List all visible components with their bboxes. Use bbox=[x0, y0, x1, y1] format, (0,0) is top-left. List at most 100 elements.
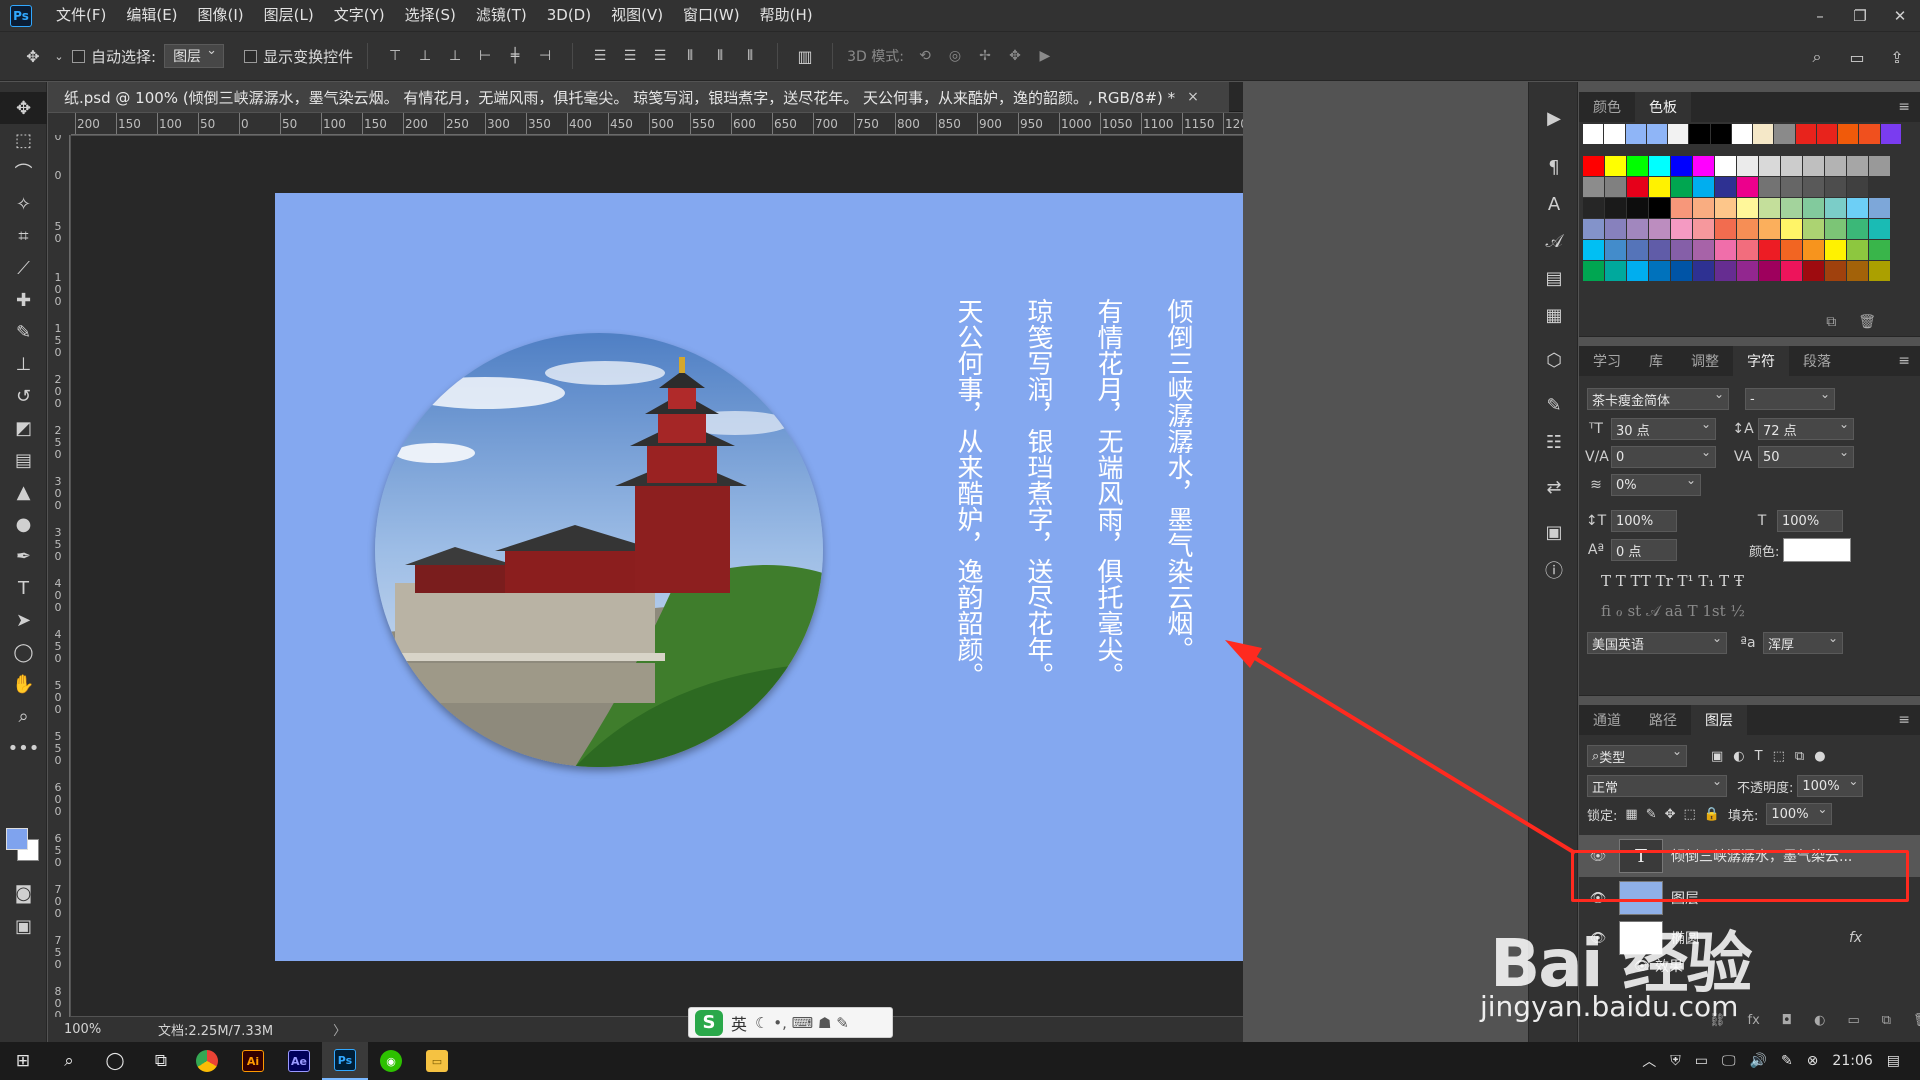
battery-icon[interactable]: ▭ bbox=[1695, 1053, 1708, 1069]
history-brush-tool-icon[interactable]: ↺ bbox=[0, 380, 47, 412]
align-right-icon[interactable]: ⊣ bbox=[532, 43, 558, 69]
illustrator-icon[interactable]: Ai bbox=[230, 1042, 276, 1080]
color-swatch[interactable] bbox=[1649, 240, 1670, 260]
quick-mask-icon[interactable]: ◙ bbox=[0, 877, 47, 909]
zoom-tool-icon[interactable]: ⌕ bbox=[0, 700, 47, 732]
color-swatch[interactable] bbox=[1737, 198, 1758, 218]
distribute-bottom-icon[interactable]: ☰ bbox=[647, 43, 673, 69]
color-swatch[interactable] bbox=[1869, 177, 1890, 197]
menu-3d[interactable]: 3D(D) bbox=[537, 0, 601, 31]
ruler-origin[interactable] bbox=[48, 113, 71, 135]
color-swatch[interactable] bbox=[1825, 177, 1846, 197]
new-layer-icon[interactable]: ⧉ bbox=[1882, 1013, 1891, 1028]
color-swatch[interactable] bbox=[1759, 261, 1780, 281]
menu-window[interactable]: 窗口(W) bbox=[673, 0, 750, 31]
color-swatch[interactable] bbox=[1671, 177, 1692, 197]
zoom-level[interactable]: 100% bbox=[48, 1022, 118, 1037]
color-swatch[interactable] bbox=[1715, 261, 1736, 281]
delete-swatch-icon[interactable]: 🗑 bbox=[1858, 314, 1876, 330]
color-swatch[interactable] bbox=[1803, 156, 1824, 176]
security-shield-icon[interactable]: ⛨ bbox=[1670, 1053, 1681, 1069]
color-swatch[interactable] bbox=[1825, 219, 1846, 239]
menu-image[interactable]: 图像(I) bbox=[188, 0, 254, 31]
new-adjustment-icon[interactable]: ◐ bbox=[1814, 1013, 1825, 1028]
blend-mode-dropdown[interactable]: 正常 bbox=[1587, 774, 1727, 797]
color-swatch[interactable] bbox=[1847, 198, 1868, 218]
tab-swatches[interactable]: 色板 bbox=[1635, 92, 1691, 122]
layer-row-effects[interactable]: 👁 效果 bbox=[1579, 953, 1920, 979]
text-color-swatch[interactable] bbox=[1783, 538, 1852, 562]
color-swatch[interactable] bbox=[1649, 177, 1670, 197]
gradient-tool-icon[interactable]: ▤ bbox=[0, 444, 47, 476]
color-swatch[interactable] bbox=[1627, 219, 1648, 239]
color-swatch[interactable] bbox=[1583, 240, 1604, 260]
menu-filter[interactable]: 滤镜(T) bbox=[466, 0, 537, 31]
layer-effects-icon[interactable]: fx bbox=[1849, 930, 1862, 946]
color-swatch[interactable] bbox=[1583, 156, 1604, 176]
tab-learn[interactable]: 学习 bbox=[1579, 346, 1635, 376]
show-transform-controls-checkbox[interactable]: 显示变换控件 bbox=[244, 46, 353, 67]
color-swatch[interactable] bbox=[1627, 198, 1648, 218]
color-swatch[interactable] bbox=[1583, 198, 1604, 218]
opacity-field[interactable]: 100% bbox=[1797, 774, 1864, 797]
panel-menu-icon[interactable]: ≡ bbox=[1898, 99, 1910, 115]
blur-tool-icon[interactable]: ▲ bbox=[0, 476, 47, 508]
baseline-shift-field[interactable]: 0 点 bbox=[1611, 539, 1677, 561]
color-swatch[interactable] bbox=[1759, 219, 1780, 239]
windows-start-icon[interactable]: ⊞ bbox=[0, 1042, 46, 1080]
lock-transparent-icon[interactable]: ▦ bbox=[1625, 807, 1637, 822]
color-swatch[interactable] bbox=[1753, 124, 1774, 144]
color-swatch[interactable] bbox=[1649, 219, 1670, 239]
auto-select-target-dropdown[interactable]: 图层 bbox=[164, 43, 225, 68]
tracking-field[interactable]: 50 bbox=[1758, 445, 1854, 468]
color-swatch[interactable] bbox=[1825, 240, 1846, 260]
color-swatch[interactable] bbox=[1869, 240, 1890, 260]
color-swatch[interactable] bbox=[1625, 124, 1646, 144]
color-swatch[interactable] bbox=[1869, 198, 1890, 218]
timeline-icon[interactable]: ⇄ bbox=[1529, 469, 1579, 506]
brush-settings-icon[interactable]: ✎ bbox=[1529, 387, 1579, 424]
color-swatch[interactable] bbox=[1859, 124, 1880, 144]
color-swatch[interactable] bbox=[1668, 124, 1689, 144]
color-swatch[interactable] bbox=[1737, 240, 1758, 260]
color-swatch[interactable] bbox=[1627, 261, 1648, 281]
type-tool-icon[interactable]: T bbox=[0, 572, 47, 604]
healing-brush-tool-icon[interactable]: ✚ bbox=[0, 284, 47, 316]
magic-wand-tool-icon[interactable]: ✧ bbox=[0, 188, 47, 220]
language-dropdown[interactable]: 美国英语 bbox=[1587, 631, 1727, 654]
lock-all-icon[interactable]: 🔒 bbox=[1704, 807, 1720, 822]
color-swatch[interactable] bbox=[1847, 156, 1868, 176]
align-hcenter-icon[interactable]: ╪ bbox=[502, 43, 528, 69]
color-swatch[interactable] bbox=[1803, 177, 1824, 197]
tab-channels[interactable]: 通道 bbox=[1579, 705, 1635, 735]
color-swatch[interactable] bbox=[1693, 261, 1714, 281]
lock-position-icon[interactable]: ✥ bbox=[1665, 807, 1676, 822]
align-left-icon[interactable]: ⊢ bbox=[472, 43, 498, 69]
chevron-down-icon[interactable]: ⌄ bbox=[54, 43, 64, 69]
color-swatch[interactable] bbox=[1646, 124, 1668, 144]
align-bottom-icon[interactable]: ⊥ bbox=[442, 43, 468, 69]
font-size-field[interactable]: 30 点 bbox=[1611, 417, 1716, 440]
filter-adjustment-icon[interactable]: ◐ bbox=[1733, 749, 1744, 764]
network-icon[interactable]: 🖵 bbox=[1722, 1053, 1736, 1069]
photoshop-taskbar-icon[interactable]: Ps bbox=[322, 1042, 368, 1080]
color-swatch[interactable] bbox=[1649, 198, 1670, 218]
minimize-icon[interactable]: – bbox=[1800, 0, 1840, 31]
screen-mode-icon[interactable]: ▣ bbox=[0, 910, 47, 942]
fill-field[interactable]: 100% bbox=[1766, 802, 1833, 825]
close-tab-icon[interactable]: × bbox=[1187, 89, 1199, 105]
libraries-icon[interactable]: ▤ bbox=[1529, 260, 1579, 297]
wechat-icon[interactable]: ◉ bbox=[368, 1042, 414, 1080]
distribute-top-icon[interactable]: ☰ bbox=[587, 43, 613, 69]
slide-3d-icon[interactable]: ✥ bbox=[1002, 43, 1028, 69]
eyedropper-tool-icon[interactable]: ⟋ bbox=[0, 252, 47, 284]
new-group-icon[interactable]: ▭ bbox=[1847, 1013, 1859, 1028]
menu-file[interactable]: 文件(F) bbox=[46, 0, 116, 31]
color-swatch[interactable] bbox=[1847, 219, 1868, 239]
color-swatch[interactable] bbox=[1803, 240, 1824, 260]
ime-language[interactable]: 英 bbox=[731, 1011, 747, 1035]
color-swatch[interactable] bbox=[1671, 156, 1692, 176]
tab-character[interactable]: 字符 bbox=[1733, 346, 1789, 376]
font-style-dropdown[interactable]: - bbox=[1745, 387, 1835, 410]
brush-tool-icon[interactable]: ✎ bbox=[0, 316, 47, 348]
